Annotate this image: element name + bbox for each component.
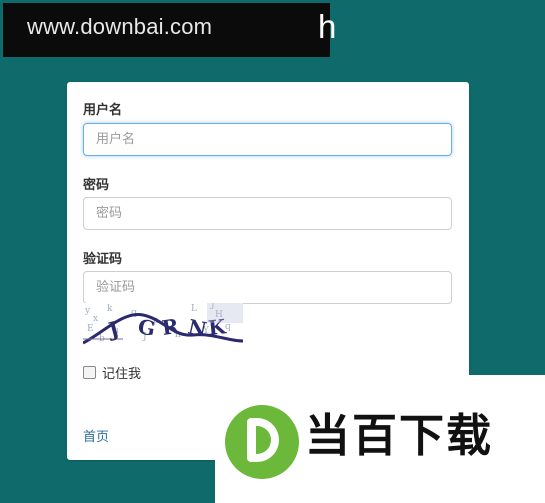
watermark-brand-text: 当百下载: [305, 409, 494, 462]
remember-me[interactable]: 记住我: [83, 363, 141, 382]
captcha-graphic: yxE kuq Jpn LYH qJb J G R N K: [82, 300, 244, 345]
watermark-logo-icon: [225, 405, 299, 479]
captcha-label: 验证码: [83, 252, 123, 267]
watermark-url-banner: www.downbai.com: [3, 3, 330, 57]
username-field[interactable]: [83, 123, 452, 156]
page-title: h: [318, 8, 337, 45]
svg-text:x: x: [93, 314, 98, 324]
password-field[interactable]: [83, 197, 452, 230]
captcha-image[interactable]: yxE kuq Jpn LYH qJb J G R N K: [82, 300, 244, 345]
username-label: 用户名: [83, 103, 123, 118]
remember-me-checkbox[interactable]: [83, 366, 96, 379]
svg-text:L: L: [191, 304, 197, 314]
svg-text:E: E: [87, 324, 94, 334]
captcha-field[interactable]: [83, 271, 452, 304]
letter-d-icon: [247, 418, 279, 462]
watermark-logo-panel: 当百下载: [215, 375, 545, 503]
svg-text:k: k: [107, 304, 113, 314]
remember-me-label: 记住我: [102, 367, 142, 382]
password-label: 密码: [83, 178, 110, 193]
watermark-url-text: www.downbai.com: [27, 14, 213, 39]
svg-text:y: y: [84, 306, 91, 316]
home-link[interactable]: 首页: [83, 426, 109, 445]
